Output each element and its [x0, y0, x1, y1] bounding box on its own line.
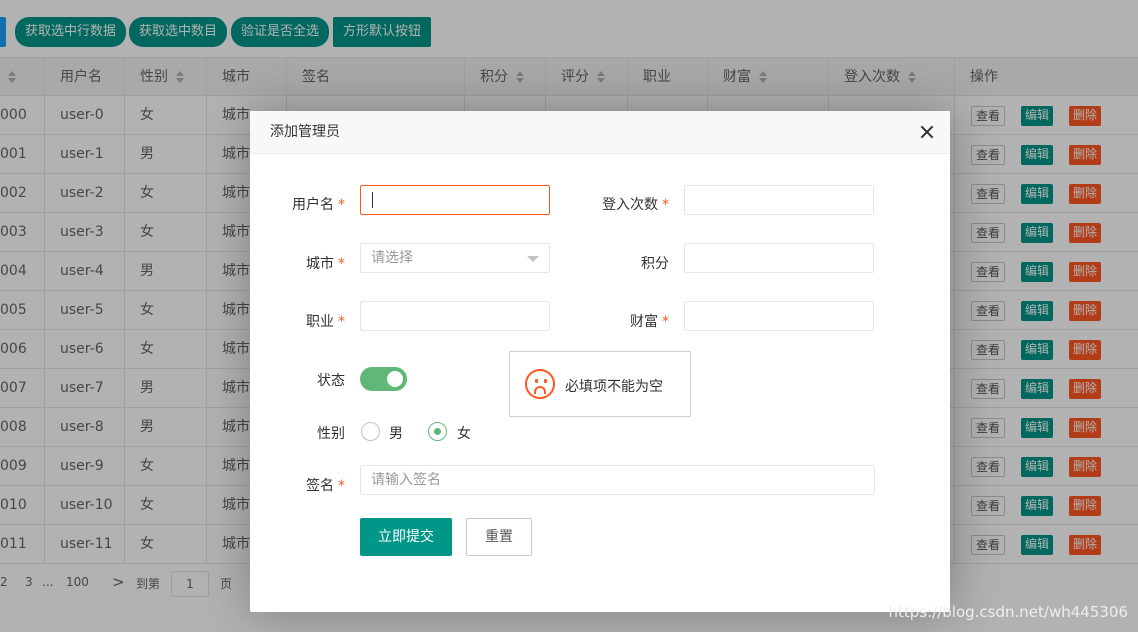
add-admin-dialog: 添加管理员 用户名 * 登入次数 * 城市 * 请选择 积分 职业 * 财富 * 状态 必… [250, 111, 950, 612]
sex-male-radio[interactable] [361, 422, 380, 441]
submit-button[interactable]: 立即提交 [360, 518, 452, 556]
job-input[interactable] [360, 301, 550, 331]
wealth-label: 财富 * [630, 314, 669, 330]
username-label: 用户名 * [292, 197, 345, 213]
sex-female-radio[interactable] [428, 422, 447, 441]
watermark: https://blog.csdn.net/wh445306 [888, 603, 1129, 621]
sex-female-label: 女 [457, 426, 471, 442]
status-label: 状态 [317, 373, 345, 389]
login-count-input[interactable] [684, 185, 874, 215]
reset-button[interactable]: 重置 [466, 518, 532, 556]
sign-input[interactable]: 请输入签名 [360, 465, 875, 495]
username-input[interactable] [360, 185, 550, 215]
chevron-down-icon [527, 256, 539, 262]
sad-face-icon [525, 369, 555, 399]
sign-label: 签名 * [306, 478, 345, 494]
points-input[interactable] [684, 243, 874, 273]
city-label: 城市 * [306, 256, 345, 272]
toggle-knob [387, 371, 403, 387]
city-select[interactable]: 请选择 [360, 243, 550, 273]
dialog-title: 添加管理员 [250, 111, 950, 154]
validation-tip: 必填项不能为空 [509, 351, 691, 417]
login-count-label: 登入次数 * [602, 197, 669, 213]
status-toggle[interactable] [360, 367, 407, 391]
points-label: 积分 [641, 256, 669, 272]
close-icon[interactable] [920, 125, 934, 139]
sex-label: 性别 [317, 426, 345, 442]
validation-tip-text: 必填项不能为空 [565, 379, 663, 395]
text-caret [372, 192, 373, 208]
job-label: 职业 * [306, 314, 345, 330]
wealth-input[interactable] [684, 301, 874, 331]
sex-male-label: 男 [389, 426, 403, 442]
